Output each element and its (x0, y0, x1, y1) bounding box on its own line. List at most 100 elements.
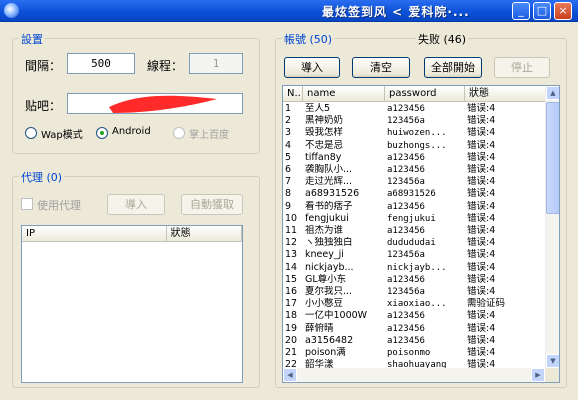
use-proxy-checkbox[interactable] (21, 198, 33, 210)
row-name: 薛俯晴 (305, 322, 334, 334)
table-row[interactable]: 13 kneey_ji 123456a 错误:4 (283, 249, 529, 261)
android-mode-label: Android (112, 126, 151, 137)
proxy-ip-column[interactable]: IP (22, 226, 167, 242)
row-name: 夏尔我只... (305, 286, 353, 297)
stop-button[interactable]: 停止 (494, 57, 550, 78)
row-status: 错误:4 (467, 310, 496, 322)
row-number: 1 (285, 103, 292, 114)
row-number: 7 (285, 176, 292, 188)
table-row[interactable]: 12 ヽ独独独白 dudududai 错误:4 (283, 237, 529, 249)
table-row[interactable]: 9 看书的痞子 a123456 错误:4 (283, 201, 529, 213)
table-row[interactable]: 10 fengjukui fengjukui 错误:4 (283, 213, 529, 225)
table-row[interactable]: 11 祖杰为谁 a123456 错误:4 (283, 225, 529, 237)
settings-group: 設置 間隔： 500 線程： 1 贴吧： Wap模式 Android 掌上百度 (12, 31, 260, 154)
row-number: 15 (285, 273, 298, 285)
scroll-up-icon[interactable]: ▲ (546, 86, 559, 100)
table-row[interactable]: 21 poison满 poisonmo 错误:4 (283, 347, 529, 359)
row-name: nickjayb... (305, 261, 354, 273)
table-row[interactable]: 17 小小憨豆 xiaoxiao... 需验证码 (283, 298, 529, 310)
proxy-list-header: IP 狀態 (22, 226, 242, 242)
row-number: 11 (285, 225, 298, 236)
accounts-group: 帳號 (50) 失败 (46) 導入 清空 全部開始 停止 N.. name p… (275, 31, 567, 388)
close-icon[interactable]: × (554, 2, 572, 20)
main-window: 最炫签到风 < 爱科院·... _ □ × 設置 間隔： 500 線程： 1 贴… (0, 0, 578, 400)
row-number: 3 (285, 127, 292, 139)
table-row[interactable]: 19 薛俯晴 a123456 错误:4 (283, 323, 529, 335)
row-number: 5 (285, 151, 292, 163)
table-row[interactable]: 1 至人5 a123456 错误:4 (283, 103, 529, 115)
table-row[interactable]: 14 nickjayb... nickjayb... 错误:4 (283, 262, 529, 274)
column-name[interactable]: name (303, 86, 385, 102)
row-number: 21 (285, 347, 298, 358)
column-password[interactable]: password (385, 86, 465, 102)
row-status: 错误:4 (467, 273, 496, 285)
row-password: buzhongs... (387, 140, 447, 151)
accounts-group-label: 帳號 (50) (282, 31, 335, 47)
accounts-import-button[interactable]: 導入 (284, 57, 340, 78)
threads-label: 線程： (147, 59, 184, 73)
table-row[interactable]: 15 GL尊小东 a123456 错误:4 (283, 274, 529, 286)
table-row[interactable]: 6 袭胸队小... a123456 错误:4 (283, 164, 529, 176)
start-all-button[interactable]: 全部開始 (424, 57, 482, 78)
scroll-thumb[interactable] (546, 102, 559, 214)
table-row[interactable]: 4 不忠是忌 buzhongs... 错误:4 (283, 140, 529, 152)
mobile-baidu-radio[interactable] (173, 127, 185, 139)
table-row[interactable]: 18 一亿中1000W a123456 错误:4 (283, 310, 529, 322)
scroll-down-icon[interactable]: ▼ (546, 354, 559, 368)
window-title: 最炫签到风 < 爱科院·... (322, 5, 470, 19)
row-name: a68931526 (305, 188, 360, 200)
table-row[interactable]: 16 夏尔我只... 123456a 错误:4 (283, 286, 529, 298)
mobile-baidu-label: 掌上百度 (189, 130, 229, 141)
title-bar[interactable]: 最炫签到风 < 爱科院·... _ □ × (0, 0, 578, 22)
table-row[interactable]: 20 a3156482 a123456 错误:4 (283, 335, 529, 347)
table-row[interactable]: 3 毁我怎样 huiwozen... 错误:4 (283, 127, 529, 139)
row-status: 错误:4 (467, 286, 496, 297)
row-status: 错误:4 (467, 103, 496, 114)
row-name: kneey_ji (305, 249, 344, 261)
row-number: 16 (285, 286, 298, 297)
table-row[interactable]: 7 走过光辉... 123456a 错误:4 (283, 176, 529, 188)
proxy-status-column[interactable]: 狀態 (166, 226, 242, 242)
row-name: poison满 (305, 347, 346, 358)
row-number: 8 (285, 188, 292, 200)
settings-group-label: 設置 (19, 31, 45, 47)
row-status: 错误:4 (467, 200, 496, 212)
horizontal-scrollbar[interactable]: ◀ ▶ (283, 368, 559, 382)
scroll-left-icon[interactable]: ◀ (283, 368, 297, 382)
row-password: a123456 (387, 323, 425, 334)
accounts-list-header: N.. name password 狀態 (283, 86, 559, 102)
threads-input[interactable]: 1 (189, 53, 243, 74)
proxy-import-button[interactable]: 導入 (107, 194, 165, 215)
row-status: 错误:4 (467, 261, 496, 273)
interval-label: 間隔： (25, 59, 62, 73)
row-number: 10 (285, 212, 298, 224)
column-number[interactable]: N.. (283, 86, 303, 102)
accounts-list[interactable]: N.. name password 狀態 1 至人5 a123456 错误:4 2 黑神奶… (282, 85, 560, 383)
maximize-icon[interactable]: □ (533, 2, 551, 20)
table-row[interactable]: 2 黑神奶奶 123456a 错误:4 (283, 115, 529, 127)
redaction-scribble (109, 95, 217, 113)
minimize-icon[interactable]: _ (512, 2, 530, 20)
row-name: 毁我怎样 (305, 127, 344, 139)
row-password: 123456a (387, 287, 425, 297)
android-mode-radio[interactable] (96, 127, 108, 139)
row-status: 错误:4 (467, 127, 496, 139)
row-password: a123456 (387, 152, 425, 163)
row-password: nickjayb... (387, 262, 447, 273)
row-password: xiaoxiao... (387, 299, 447, 310)
auto-fetch-button[interactable]: 自動獲取 (181, 194, 243, 215)
vertical-scrollbar[interactable]: ▲ ▼ (545, 86, 559, 368)
scroll-right-icon[interactable]: ▶ (531, 368, 545, 382)
row-password: a123456 (387, 104, 425, 114)
row-name: a3156482 (305, 334, 354, 346)
proxy-list[interactable]: IP 狀態 (21, 225, 243, 383)
column-status[interactable]: 狀態 (465, 86, 547, 102)
table-row[interactable]: 5 tiffan8y a123456 错误:4 (283, 152, 529, 164)
row-password: a123456 (387, 311, 425, 322)
wap-mode-radio[interactable] (25, 127, 37, 139)
row-number: 2 (285, 115, 292, 127)
clear-button[interactable]: 清空 (352, 57, 410, 78)
row-number: 12 (285, 237, 298, 249)
interval-input[interactable]: 500 (67, 53, 135, 74)
table-row[interactable]: 8 a68931526 a68931526 错误:4 (283, 188, 529, 200)
